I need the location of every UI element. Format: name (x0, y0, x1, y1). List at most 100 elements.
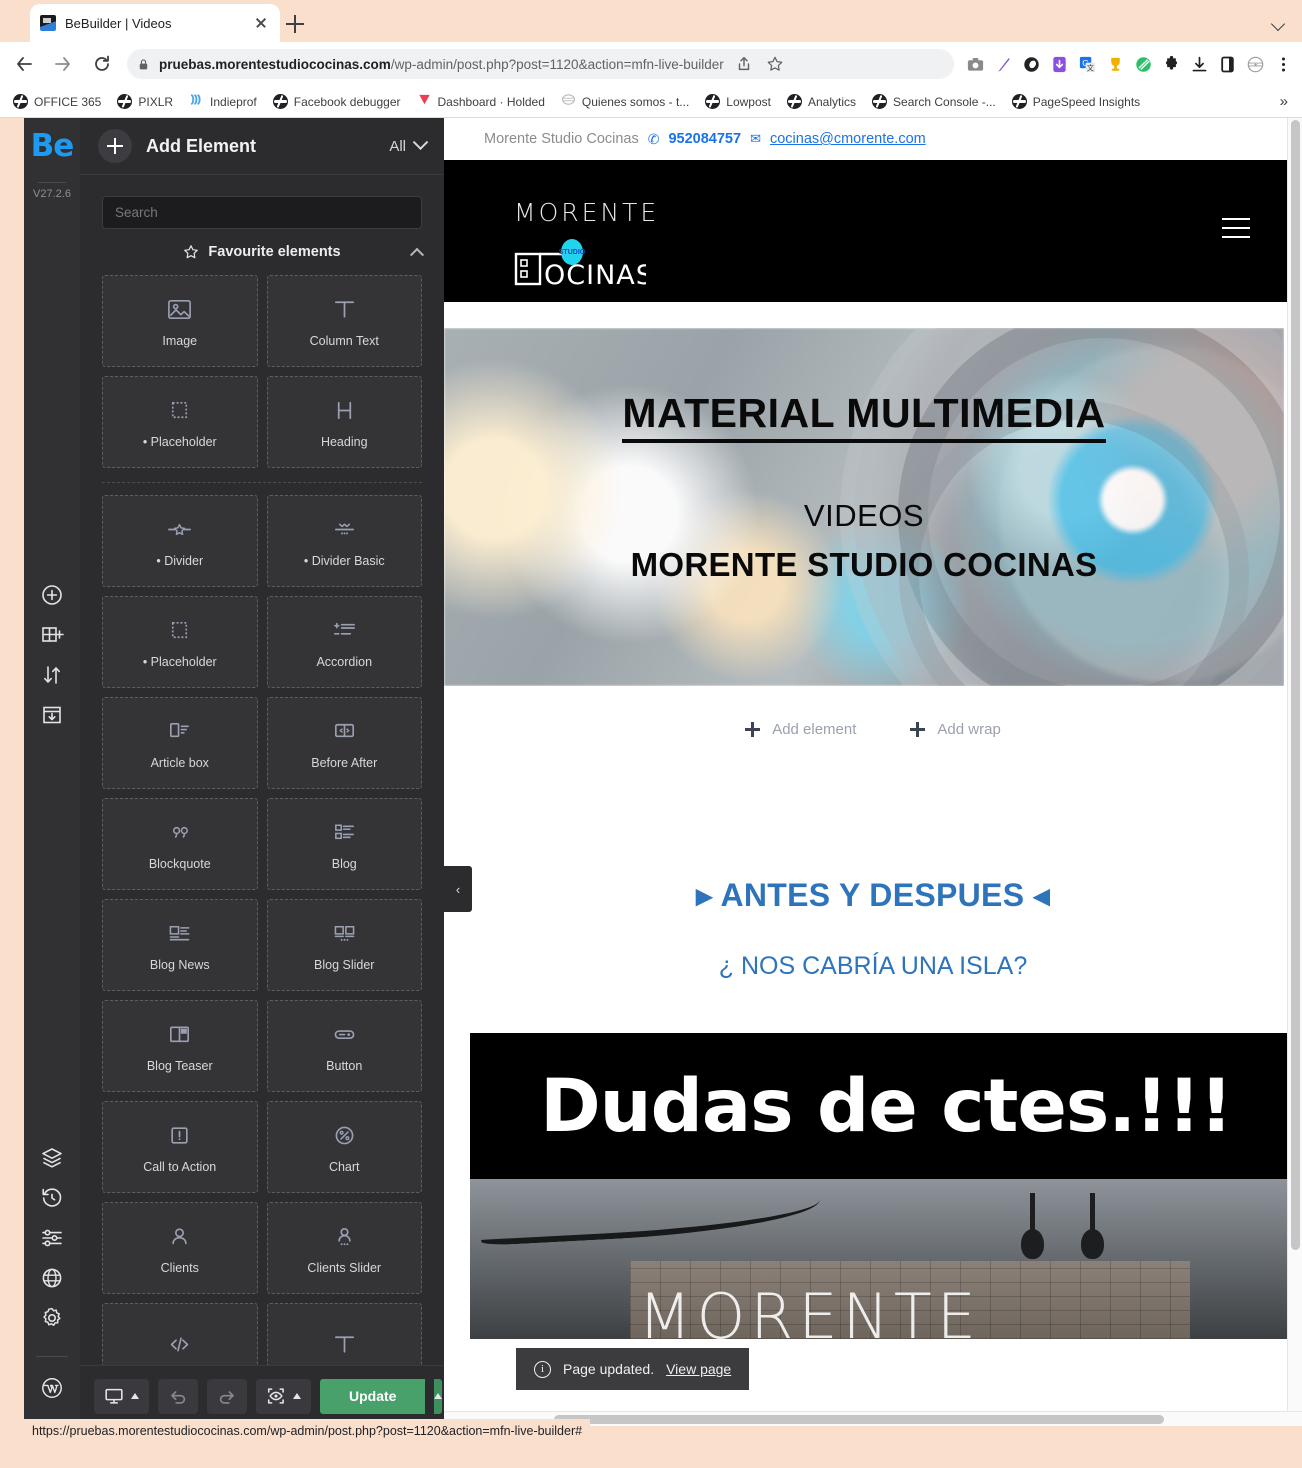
bookmark-quienes-somos[interactable]: Quienes somos - t... (554, 89, 696, 115)
add-element-plus-button[interactable] (98, 129, 132, 163)
element-clients-slider[interactable]: Clients Slider (266, 1202, 422, 1294)
bookmark-lowpost[interactable]: Lowpost (698, 91, 778, 112)
downloads-icon[interactable] (1186, 51, 1212, 77)
element-blog[interactable]: Blog (266, 798, 422, 890)
caret-up-icon (434, 1393, 443, 1399)
layers-icon[interactable] (40, 1146, 64, 1170)
add-wrap-action[interactable]: Add wrap (910, 720, 1001, 738)
pen-extension-icon[interactable] (990, 51, 1016, 77)
element-label: Chart (328, 1160, 360, 1174)
profile-avatar-icon[interactable]: ★ (1242, 51, 1268, 77)
reorder-icon[interactable] (40, 663, 64, 687)
google-translate-extension-icon[interactable]: G文 (1074, 51, 1100, 77)
element-blog-teaser[interactable]: Blog Teaser (102, 1000, 258, 1092)
add-column-icon[interactable] (40, 623, 64, 647)
undo-button[interactable] (158, 1378, 198, 1414)
element-column-text-2[interactable] (266, 1303, 422, 1365)
address-bar[interactable]: pruebas.morentestudiococinas.com/wp-admi… (127, 49, 954, 79)
element-blockquote[interactable]: Blockquote (102, 798, 258, 890)
forward-arrow-icon[interactable] (48, 49, 78, 79)
scrollbar-thumb[interactable] (1291, 120, 1300, 1250)
element-heading[interactable]: Heading (266, 376, 422, 468)
element-code[interactable] (102, 1303, 258, 1365)
new-tab-button[interactable] (283, 12, 307, 36)
bookmark-facebook-debugger[interactable]: Facebook debugger (266, 91, 408, 112)
site-phone-link[interactable]: 952084757 (668, 131, 741, 147)
canvas-vertical-scrollbar[interactable] (1287, 118, 1302, 1426)
preview-button[interactable] (256, 1378, 311, 1414)
element-divider-basic[interactable]: • Divider Basic (266, 495, 422, 587)
add-template-icon[interactable] (40, 703, 64, 727)
view-page-link[interactable]: View page (666, 1361, 731, 1377)
browser-tab[interactable]: BeBuilder | Videos (30, 4, 280, 42)
add-section-icon[interactable] (40, 583, 64, 607)
moon-extension-icon[interactable] (1018, 51, 1044, 77)
chevron-down-icon[interactable] (1272, 18, 1288, 28)
placeholder-icon (165, 615, 195, 645)
element-article-box[interactable]: Article box (102, 697, 258, 789)
bookmarks-overflow-button[interactable]: » (1272, 93, 1296, 110)
element-filter-dropdown[interactable]: All (389, 133, 429, 155)
element-image[interactable]: Image (102, 275, 258, 367)
bookmark-pixlr[interactable]: PIXLR (110, 91, 180, 112)
scrollbar-thumb[interactable] (554, 1415, 1164, 1424)
element-label: • Divider Basic (303, 554, 385, 568)
plus-icon (910, 721, 926, 737)
redo-button[interactable] (207, 1378, 247, 1414)
antes-y-despues-section[interactable]: ▸ ANTES Y DESPUES ◂ ¿ NOS CABRÍA UNA ISL… (444, 772, 1302, 981)
element-label: Article box (150, 756, 209, 770)
sliders-icon[interactable] (40, 1226, 64, 1250)
element-blog-slider[interactable]: Blog Slider (266, 899, 422, 991)
settings-gear-icon[interactable] (40, 1306, 64, 1330)
bookmark-search-console[interactable]: Search Console -... (865, 91, 1003, 112)
chrome-menu-icon[interactable] (1270, 51, 1296, 77)
history-icon[interactable] (40, 1186, 64, 1210)
reload-icon[interactable] (87, 49, 117, 79)
video-caption-block[interactable]: Dudas de ctes.!!! (470, 1033, 1302, 1179)
desktop-view-button[interactable] (94, 1378, 149, 1414)
add-wrap-label: Add wrap (937, 720, 1001, 738)
element-chart[interactable]: Chart (266, 1101, 422, 1193)
add-element-action[interactable]: Add element (745, 721, 856, 738)
bookmark-holded[interactable]: Dashboard · Holded (410, 89, 552, 115)
video-thumbnail-photo[interactable]: MORENTE (470, 1179, 1302, 1339)
wordpress-icon[interactable] (40, 1376, 64, 1400)
star-icon[interactable] (764, 53, 786, 75)
trophy-extension-icon[interactable] (1102, 51, 1128, 77)
element-accordion[interactable]: Accordion (266, 596, 422, 688)
bookmark-office365[interactable]: OFFICE 365 (6, 91, 108, 112)
element-blog-news[interactable]: Blog News (102, 899, 258, 991)
bookmark-analytics[interactable]: Analytics (780, 91, 863, 112)
back-arrow-icon[interactable] (9, 49, 39, 79)
text-t-icon (329, 1329, 359, 1359)
hamburger-menu-icon[interactable] (1222, 218, 1250, 245)
element-before-after[interactable]: Before After (266, 697, 422, 789)
element-button[interactable]: Button (266, 1000, 422, 1092)
share-icon[interactable] (733, 53, 755, 75)
download-purple-extension-icon[interactable] (1046, 51, 1072, 77)
builder-version: V27.2.6 (33, 188, 71, 200)
element-placeholder-2[interactable]: • Placeholder (102, 596, 258, 688)
favourite-elements-group-header[interactable]: Favourite elements (80, 229, 444, 275)
panel-collapse-handle[interactable]: ‹ (444, 866, 472, 912)
puzzle-extensions-icon[interactable] (1158, 51, 1184, 77)
element-call-to-action[interactable]: Call to Action (102, 1101, 258, 1193)
element-divider[interactable]: • Divider (102, 495, 258, 587)
element-column-text[interactable]: Column Text (266, 275, 422, 367)
sidepanel-icon[interactable] (1214, 51, 1240, 77)
update-options-button[interactable] (434, 1378, 443, 1414)
site-email-link[interactable]: cocinas@cmorente.com (770, 131, 926, 147)
element-clients[interactable]: Clients (102, 1202, 258, 1294)
plus-icon (745, 721, 761, 737)
screenshot-extension-icon[interactable] (962, 51, 988, 77)
site-logo: STUDIO OCINAS (514, 238, 653, 295)
search-input[interactable] (102, 196, 422, 229)
bookmark-pagespeed-insights[interactable]: PageSpeed Insights (1005, 91, 1147, 112)
green-slash-extension-icon[interactable] (1130, 51, 1156, 77)
close-icon[interactable] (252, 14, 270, 32)
bookmark-indieprof[interactable]: Indieprof (182, 89, 264, 115)
hero-banner[interactable]: MATERIAL MULTIMEDIA VIDEOS MORENTE STUDI… (444, 328, 1284, 686)
globe-icon[interactable] (40, 1266, 64, 1290)
update-button[interactable]: Update (320, 1378, 426, 1414)
element-placeholder-1[interactable]: • Placeholder (102, 376, 258, 468)
